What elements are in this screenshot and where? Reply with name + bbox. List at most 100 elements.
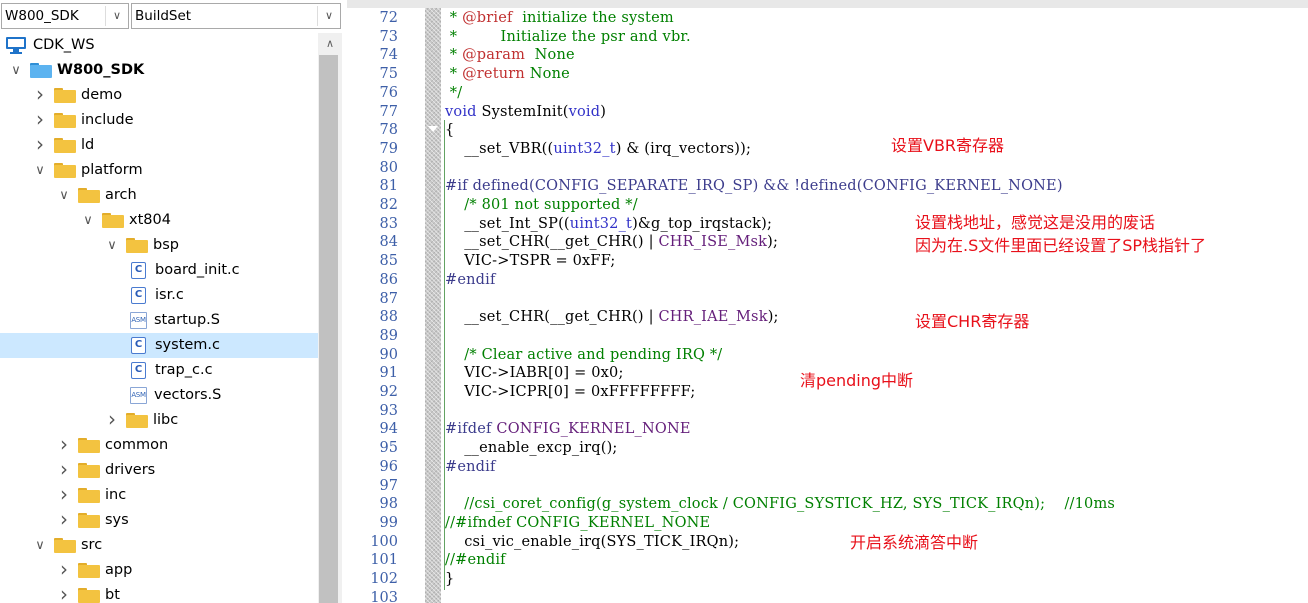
config-combo[interactable]: BuildSet ∨ xyxy=(131,3,341,29)
tree-item-label: vectors.S xyxy=(154,387,222,403)
tree-item[interactable]: › ld xyxy=(0,133,318,158)
code-editor[interactable]: 72 73 74 75 76 77 78 79 80 81 82 83 84 85 86 87 88 89 90 91… xyxy=(347,0,1308,603)
chevron-right-icon[interactable]: › xyxy=(58,433,70,458)
folder-icon xyxy=(78,438,100,453)
chevron-right-icon[interactable]: › xyxy=(58,458,70,483)
chevron-down-icon[interactable]: ∨ xyxy=(58,183,70,208)
fold-marker-icon[interactable] xyxy=(428,126,438,132)
tree-item[interactable]: › drivers xyxy=(0,458,318,483)
tree-item[interactable]: ASM startup.S xyxy=(0,308,318,333)
code-line[interactable]: * @return None xyxy=(445,65,570,84)
code-line[interactable]: */ xyxy=(445,84,462,103)
code-line[interactable]: * @brief initialize the system xyxy=(445,9,674,28)
tree-scrollbar[interactable]: ∧ xyxy=(318,33,342,603)
folder-icon xyxy=(78,463,100,478)
tree-item[interactable]: › sys xyxy=(0,508,318,533)
line-number: 74 xyxy=(379,47,398,64)
tree-item[interactable]: › common xyxy=(0,433,318,458)
code-line[interactable]: #ifdef CONFIG_KERNEL_NONE xyxy=(445,420,691,439)
chevron-right-icon[interactable]: › xyxy=(58,483,70,508)
chevron-right-icon[interactable]: › xyxy=(58,508,70,533)
code-line[interactable]: csi_vic_enable_irq(SYS_TICK_IRQn); xyxy=(445,533,739,552)
code-line[interactable]: } xyxy=(445,570,454,589)
code-line[interactable]: __set_CHR(__get_CHR() | CHR_IAE_Msk); xyxy=(445,308,779,327)
tree-item[interactable]: › libc xyxy=(0,408,318,433)
code-line[interactable]: __set_VBR((uint32_t) & (irq_vectors)); xyxy=(445,140,751,159)
code-line[interactable]: __enable_excp_irq(); xyxy=(445,439,618,458)
tree-item-label: ld xyxy=(81,137,95,153)
project-folder-icon xyxy=(30,63,52,78)
tree-item[interactable]: Ctrap_c.c xyxy=(0,358,318,383)
code-line[interactable]: { xyxy=(445,121,454,140)
chevron-right-icon[interactable]: › xyxy=(34,133,46,158)
code-line[interactable]: //#ifndef CONFIG_KERNEL_NONE xyxy=(445,514,710,533)
chevron-down-icon[interactable]: ∨ xyxy=(10,58,22,83)
scrollbar-thumb[interactable] xyxy=(319,55,338,603)
tree-item[interactable]: › include xyxy=(0,108,318,133)
chevron-right-icon[interactable]: › xyxy=(58,558,70,583)
chevron-down-icon[interactable]: ∨ xyxy=(106,233,118,258)
line-number: 90 xyxy=(379,346,398,363)
folder-icon xyxy=(126,238,148,253)
line-number: 73 xyxy=(379,28,398,45)
scroll-up-arrow-icon[interactable]: ∧ xyxy=(318,33,342,55)
line-number: 94 xyxy=(379,421,398,438)
annotation-sp-line1: 设置栈地址，感觉这是没用的废话 xyxy=(915,213,1156,232)
tree-item-label: xt804 xyxy=(129,212,171,228)
code-line[interactable]: /* Clear active and pending IRQ */ xyxy=(445,346,722,365)
code-line[interactable]: __set_CHR(__get_CHR() | CHR_ISE_Msk); xyxy=(445,233,778,252)
tree-item[interactable]: ∨ xt804 xyxy=(0,208,318,233)
chevron-right-icon[interactable]: › xyxy=(58,583,70,603)
tree-item-label: drivers xyxy=(105,462,156,478)
code-line[interactable]: #endif xyxy=(445,271,496,290)
tree-item[interactable]: ∨ src xyxy=(0,533,318,558)
workspace-combo[interactable]: W800_SDK ∨ xyxy=(1,3,129,29)
project-tree: CDK_WS ∨ W800_SDK › demo › include › ld ∨ platform… xyxy=(0,33,318,603)
fold-margin[interactable] xyxy=(425,8,441,603)
tree-item[interactable]: Cboard_init.c xyxy=(0,258,318,283)
code-line[interactable]: void SystemInit(void) xyxy=(445,103,606,122)
code-line[interactable]: VIC->ICPR[0] = 0xFFFFFFFF; xyxy=(445,383,695,402)
c-file-icon: C xyxy=(131,362,146,379)
tree-item[interactable]: › bt xyxy=(0,583,318,603)
line-number: 89 xyxy=(379,327,398,344)
code-line[interactable]: #if defined(CONFIG_SEPARATE_IRQ_SP) && !… xyxy=(445,177,1063,196)
line-number: 72 xyxy=(379,10,398,26)
tree-item[interactable]: ∨ arch xyxy=(0,183,318,208)
tree-item[interactable]: ∨ W800_SDK xyxy=(0,58,318,83)
tree-item[interactable]: Cisr.c xyxy=(0,283,318,308)
tree-item[interactable]: Csystem.c xyxy=(0,333,318,358)
chevron-down-icon[interactable]: ∨ xyxy=(82,208,94,233)
code-line[interactable]: __set_Int_SP((uint32_t)&g_top_irqstack); xyxy=(445,215,772,234)
tree-item[interactable]: ∨ platform xyxy=(0,158,318,183)
chevron-down-icon: ∨ xyxy=(325,9,334,22)
annotation-sp-line2: 因为在.S文件里面已经设置了SP栈指针了 xyxy=(915,236,1207,255)
code-line[interactable]: /* 801 not supported */ xyxy=(445,196,638,215)
annotation-chr: 设置CHR寄存器 xyxy=(915,312,1030,331)
line-number: 80 xyxy=(379,159,398,176)
tree-item-label: startup.S xyxy=(154,312,220,328)
code-line[interactable]: #endif xyxy=(445,458,496,477)
chevron-right-icon[interactable]: › xyxy=(34,83,46,108)
code-line[interactable]: * Initialize the psr and vbr. xyxy=(445,28,691,47)
tree-item[interactable]: ASM vectors.S xyxy=(0,383,318,408)
chevron-down-icon[interactable]: ∨ xyxy=(34,533,46,558)
code-line[interactable]: VIC->IABR[0] = 0x0; xyxy=(445,364,624,383)
code-line[interactable]: VIC->TSPR = 0xFF; xyxy=(445,252,616,271)
annotation-pending: 清pending中断 xyxy=(800,371,914,390)
tree-item[interactable]: ∨ bsp xyxy=(0,233,318,258)
tree-item-label: sys xyxy=(105,512,129,528)
tree-item-label: inc xyxy=(105,487,127,503)
chevron-down-icon[interactable]: ∨ xyxy=(34,158,46,183)
tree-item[interactable]: CDK_WS xyxy=(0,33,318,58)
code-line[interactable]: * @param None xyxy=(445,46,575,65)
folder-icon xyxy=(126,413,148,428)
chevron-right-icon[interactable]: › xyxy=(106,408,118,433)
tree-item[interactable]: › demo xyxy=(0,83,318,108)
tree-item[interactable]: › app xyxy=(0,558,318,583)
chevron-right-icon[interactable]: › xyxy=(34,108,46,133)
code-line[interactable]: //csi_coret_config(g_system_clock / CONF… xyxy=(445,495,1115,514)
tree-item[interactable]: › inc xyxy=(0,483,318,508)
folder-icon xyxy=(54,88,76,103)
code-line[interactable]: //#endif xyxy=(445,551,506,570)
